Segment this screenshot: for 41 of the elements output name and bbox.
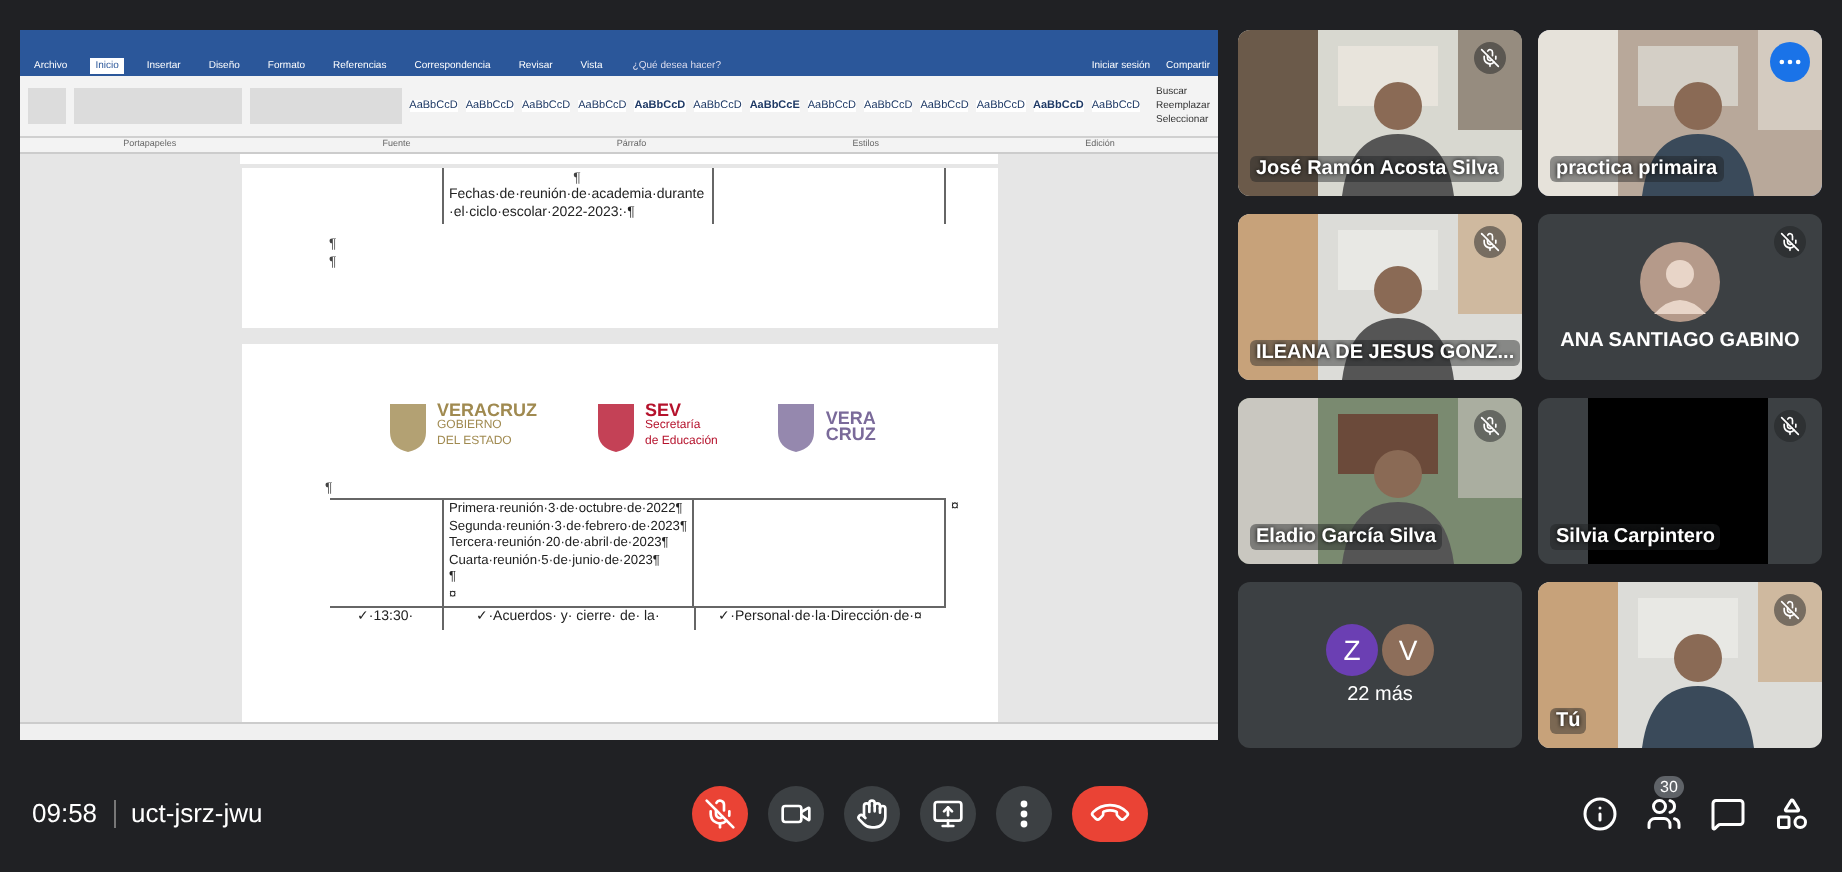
mic-off-icon bbox=[704, 797, 736, 829]
meeting-code: uct-jsrz-jwu bbox=[131, 798, 263, 828]
more-participants-tile[interactable]: Z V 22 más bbox=[1238, 582, 1522, 748]
participant-tile[interactable]: Eladio García Silva bbox=[1238, 398, 1522, 564]
participant-tile[interactable]: ANA SANTIAGO GABINO bbox=[1538, 214, 1822, 380]
logo-text: SEV bbox=[645, 402, 682, 418]
more-participants-count: 22 más bbox=[1347, 684, 1413, 706]
logo-text: CRUZ bbox=[825, 426, 876, 442]
participant-avatar: Z bbox=[1326, 624, 1378, 676]
participant-name: Silvia Carpintero bbox=[1550, 524, 1721, 550]
participant-avatar: V bbox=[1382, 624, 1434, 676]
participant-name: ANA SANTIAGO GABINO bbox=[1560, 330, 1800, 352]
info-button[interactable] bbox=[1582, 795, 1618, 831]
chat-button[interactable] bbox=[1710, 795, 1746, 831]
more-options-button[interactable] bbox=[996, 785, 1052, 841]
more-icon bbox=[1020, 799, 1028, 827]
people-count: 30 bbox=[1654, 775, 1684, 797]
hand-icon bbox=[856, 797, 888, 829]
participant-tile[interactable]: practica primaira bbox=[1538, 30, 1822, 196]
participant-tile[interactable]: Silvia Carpintero bbox=[1538, 398, 1822, 564]
present-screen-icon bbox=[932, 797, 964, 829]
raise-hand-button[interactable] bbox=[844, 785, 900, 841]
mic-off-button[interactable] bbox=[692, 785, 748, 841]
participant-tile[interactable]: José Ramón Acosta Silva bbox=[1238, 30, 1522, 196]
participant-name: Eladio García Silva bbox=[1250, 524, 1443, 550]
participant-tile[interactable]: Tú bbox=[1538, 582, 1822, 748]
activities-button[interactable] bbox=[1774, 795, 1810, 831]
participant-name: practica primaira bbox=[1550, 156, 1724, 182]
emblem-icon bbox=[385, 400, 429, 452]
logo-text: VERACRUZ bbox=[437, 402, 538, 418]
avatar-icon bbox=[1640, 242, 1720, 322]
participant-name: Tú bbox=[1550, 708, 1587, 734]
logo-text: VERA bbox=[825, 410, 876, 426]
participant-name: José Ramón Acosta Silva bbox=[1250, 156, 1505, 182]
emblem-icon bbox=[773, 400, 818, 452]
clock-time: 09:58 bbox=[32, 798, 98, 828]
people-button[interactable] bbox=[1646, 795, 1682, 831]
end-call-button[interactable] bbox=[1072, 785, 1148, 841]
present-button[interactable] bbox=[920, 785, 976, 841]
camera-button[interactable] bbox=[768, 785, 824, 841]
emblem-icon bbox=[593, 400, 638, 452]
